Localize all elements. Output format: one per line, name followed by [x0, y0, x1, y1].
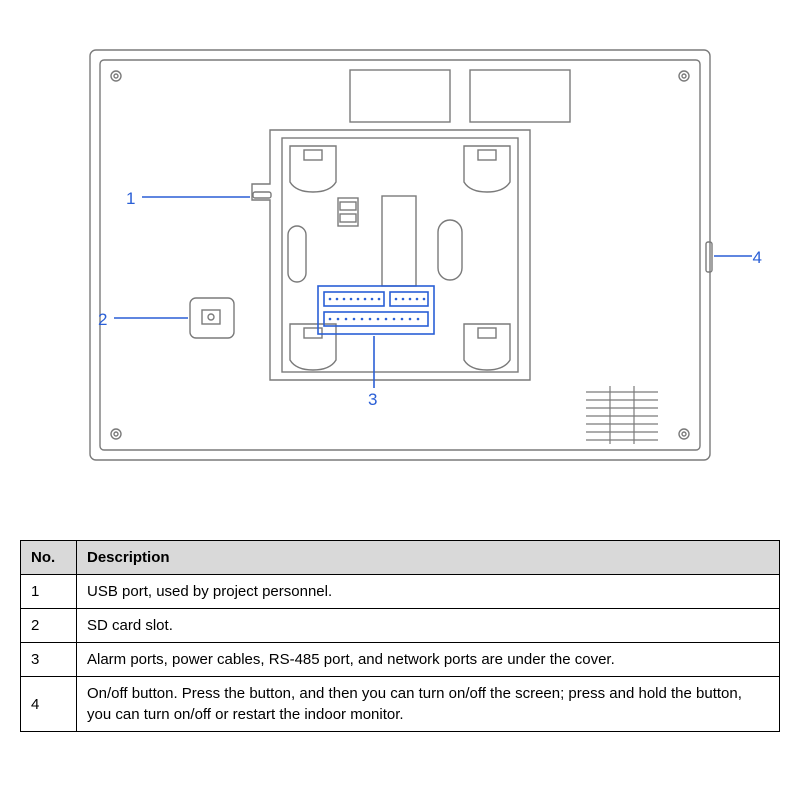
- row-desc: Alarm ports, power cables, RS-485 port, …: [77, 643, 780, 677]
- row-desc: On/off button. Press the button, and the…: [77, 677, 780, 732]
- callout-2-sd: 2: [98, 310, 107, 330]
- device-rear-diagram: 1 2 3 4: [20, 20, 780, 500]
- row-no: 1: [21, 575, 77, 609]
- row-no: 3: [21, 643, 77, 677]
- table-row: 1 USB port, used by project personnel.: [21, 575, 780, 609]
- header-description: Description: [77, 541, 780, 575]
- description-table: No. Description 1 USB port, used by proj…: [20, 540, 780, 732]
- row-desc: SD card slot.: [77, 609, 780, 643]
- table-row: 4 On/off button. Press the button, and t…: [21, 677, 780, 732]
- callout-1-usb: 1: [126, 189, 135, 209]
- header-no: No.: [21, 541, 77, 575]
- device-svg: [20, 20, 780, 500]
- row-no: 4: [21, 677, 77, 732]
- table-row: 3 Alarm ports, power cables, RS-485 port…: [21, 643, 780, 677]
- row-no: 2: [21, 609, 77, 643]
- row-desc: USB port, used by project personnel.: [77, 575, 780, 609]
- table-row: 2 SD card slot.: [21, 609, 780, 643]
- callout-4-power: 4: [753, 248, 762, 268]
- callout-3-ports: 3: [368, 390, 377, 410]
